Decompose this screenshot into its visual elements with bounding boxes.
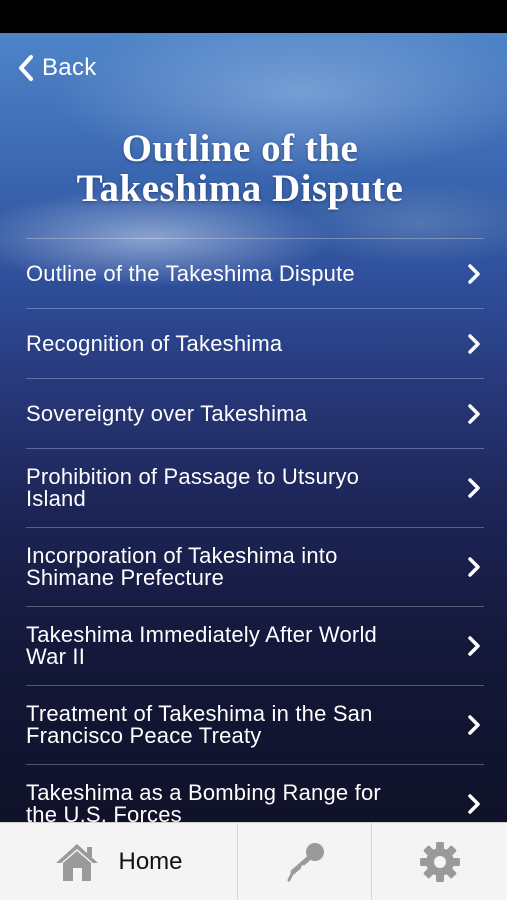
- menu-item-label-line-2: Shimane Prefecture: [26, 565, 225, 590]
- home-icon: [56, 844, 99, 881]
- chevron-right-icon: [468, 715, 480, 735]
- menu-item-outline[interactable]: Outline of the Takeshima Dispute: [26, 238, 484, 308]
- gear-icon: [419, 842, 460, 882]
- menu-item-recognition[interactable]: Recognition of Takeshima: [26, 308, 484, 378]
- menu-list: Outline of the Takeshima Dispute Recogni…: [26, 238, 484, 822]
- back-button[interactable]: Back: [16, 51, 97, 85]
- tab-microphone[interactable]: [238, 823, 372, 900]
- menu-item-label-line-2: the U.S. Forces: [26, 802, 182, 823]
- chevron-right-icon: [468, 403, 480, 424]
- status-bar: [0, 0, 507, 33]
- menu-item-incorporation[interactable]: Incorporation of Takeshima into Shimane P…: [26, 527, 484, 606]
- menu-item-label: Prohibition of Passage to Utsuryo Island: [26, 466, 446, 510]
- chevron-right-icon: [468, 263, 480, 284]
- menu-item-bombing-range[interactable]: Takeshima as a Bombing Range for the U.S.…: [26, 764, 484, 822]
- page-title-line-1: Outline of the: [121, 127, 359, 170]
- page-title-line-2: Takeshima Dispute: [76, 167, 404, 210]
- chevron-right-icon: [468, 794, 480, 814]
- menu-item-label: Takeshima Immediately After World War II: [26, 624, 446, 668]
- menu-item-label: Outline of the Takeshima Dispute: [26, 260, 446, 286]
- menu-item-peace-treaty[interactable]: Treatment of Takeshima in the San Francis…: [26, 685, 484, 764]
- menu-item-label-line-1: Outline of the Takeshima Dispute: [26, 260, 355, 286]
- back-label: Back: [42, 54, 97, 81]
- microphone-icon: [287, 843, 324, 882]
- tab-bar: Home: [0, 822, 507, 900]
- menu-item-label: Treatment of Takeshima in the San Francis…: [26, 703, 446, 747]
- menu-item-label: Incorporation of Takeshima into Shimane P…: [26, 545, 446, 589]
- main-screen: Back Outline of the Takeshima Dispute Ou…: [0, 33, 507, 822]
- menu-item-label-line-2: Francisco Peace Treaty: [26, 723, 262, 748]
- menu-item-label: Sovereignty over Takeshima: [26, 400, 446, 426]
- menu-item-label-line-1: Recognition of Takeshima: [26, 330, 283, 356]
- menu-item-label-line-1: Sovereignty over Takeshima: [26, 400, 308, 426]
- tab-home[interactable]: Home: [0, 823, 238, 900]
- menu-item-label-line-2: Island: [26, 486, 86, 511]
- chevron-right-icon: [468, 333, 480, 354]
- chevron-right-icon: [468, 557, 480, 577]
- tab-settings[interactable]: [372, 823, 507, 900]
- menu-item-label-line-2: War II: [26, 644, 86, 669]
- chevron-left-icon: [19, 55, 33, 81]
- menu-item-label: Recognition of Takeshima: [26, 330, 446, 356]
- menu-item-sovereignty[interactable]: Sovereignty over Takeshima: [26, 378, 484, 448]
- chevron-right-icon: [468, 478, 480, 498]
- menu-item-after-world-war[interactable]: Takeshima Immediately After World War II: [26, 606, 484, 685]
- tab-home-label: Home: [118, 848, 183, 875]
- menu-item-label: Takeshima as a Bombing Range for the U.S.…: [26, 782, 446, 823]
- page-title: Outline of the Takeshima Dispute: [20, 129, 460, 209]
- chevron-right-icon: [468, 636, 480, 656]
- menu-item-prohibition[interactable]: Prohibition of Passage to Utsuryo Island: [26, 448, 484, 527]
